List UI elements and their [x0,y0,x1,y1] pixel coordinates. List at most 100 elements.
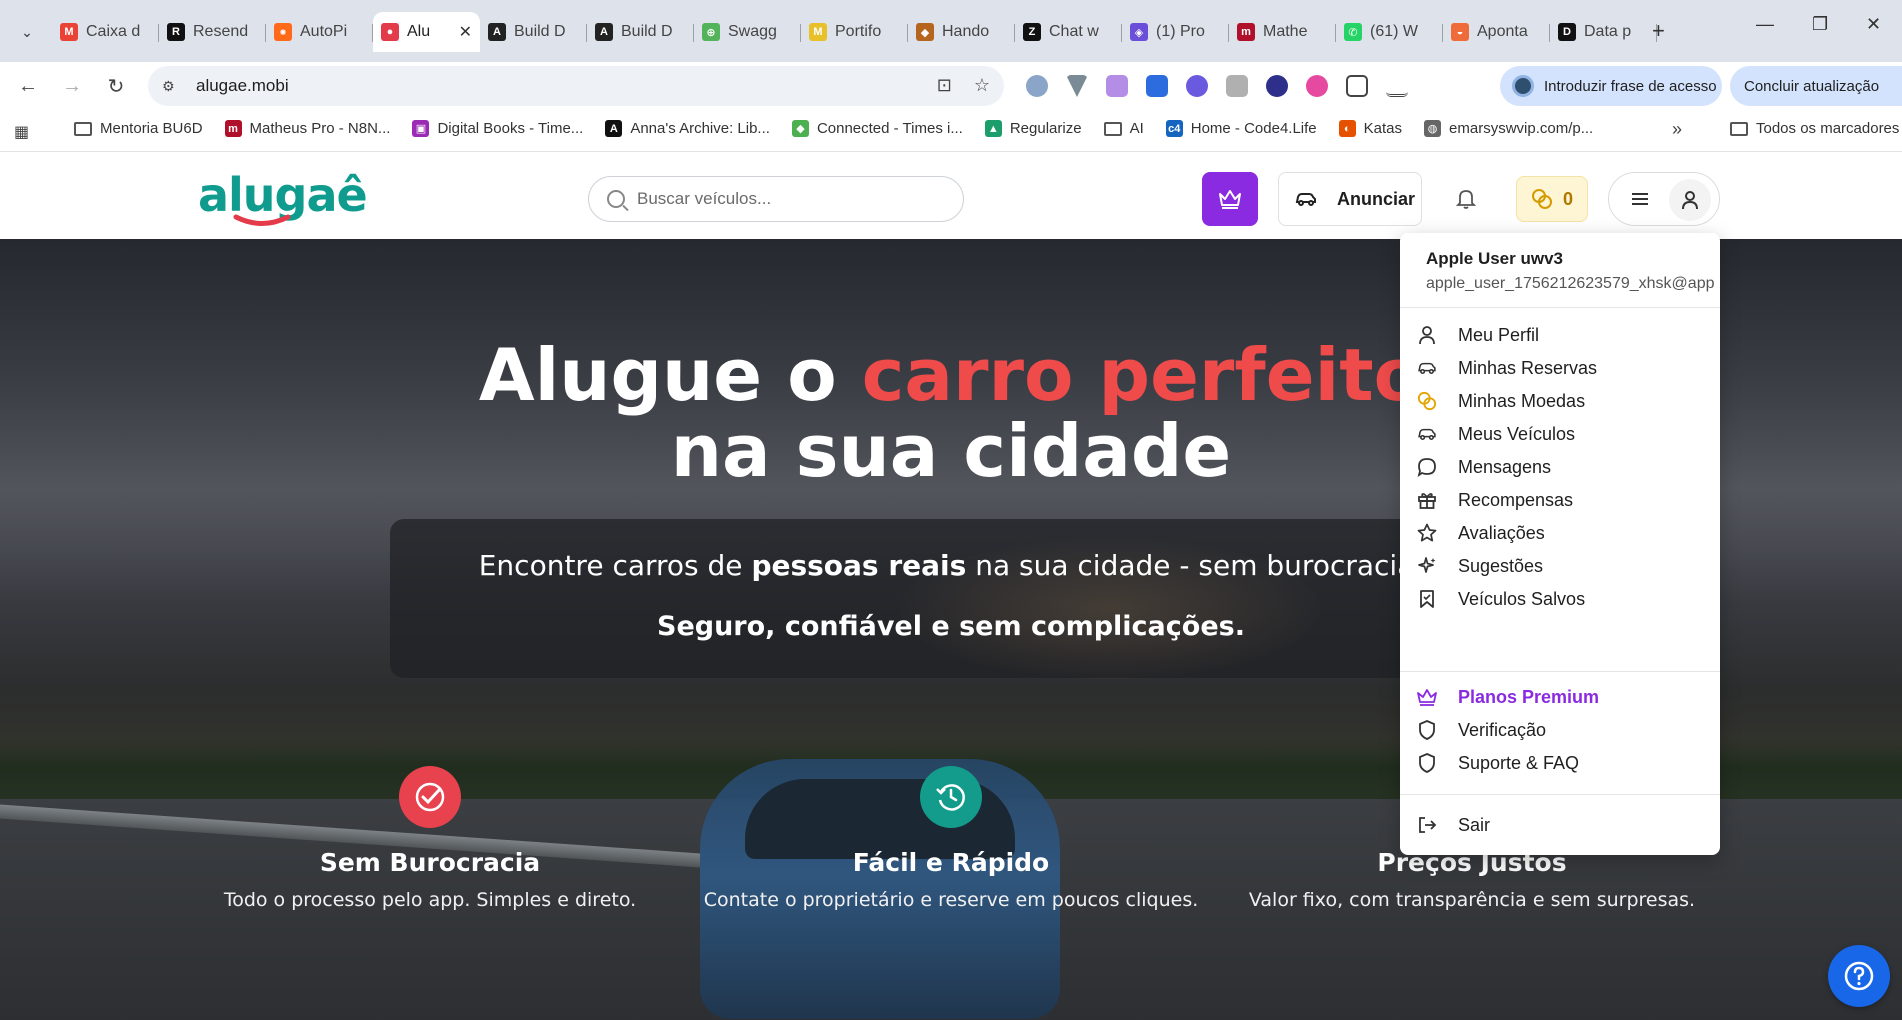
browser-tab[interactable]: Z Chat w [1015,12,1122,52]
tab-title: Hando [942,23,990,40]
anunciar-button[interactable]: Anunciar [1278,172,1422,226]
bookmark-label: Anna's Archive: Lib... [630,120,770,137]
bookmarks-list: Mentoria BU6D m Matheus Pro - N8N... ▣ Digit… [74,120,1593,137]
back-button[interactable]: ← [14,72,42,100]
extension-icon[interactable] [1306,75,1328,97]
bookmark-item[interactable]: ◆ Connected - Times i... [791,120,963,137]
bookmark-star-icon[interactable]: ☆ [974,75,990,96]
bookmark-item[interactable]: A Anna's Archive: Lib... [605,120,770,137]
browser-tab[interactable]: ● Alu ✕ [373,12,480,52]
browser-tab[interactable]: ◒ Aponta [1443,12,1550,52]
browser-tab[interactable]: M Portifo [801,12,908,52]
browser-tab[interactable]: ✆ (61) W [1336,12,1443,52]
crown-icon [1219,190,1241,209]
tab-favicon-icon: ◒ [1451,23,1469,41]
all-bookmarks-label: Todos os marcadores [1756,120,1900,137]
search-icon [607,190,625,208]
tab-title: Build D [621,23,673,40]
install-app-icon[interactable]: ⊡ [937,75,952,96]
logo-accent: ê [336,168,368,222]
extension-icon[interactable] [1266,75,1288,97]
tab-title: Mathe [1263,23,1308,40]
bookmark-item[interactable]: AI [1103,120,1144,137]
reload-button[interactable]: ↻ [102,72,130,100]
coins-balance-button[interactable]: 0 [1516,176,1588,222]
folder-icon [1103,121,1122,136]
close-tab-icon[interactable]: ✕ [459,22,472,42]
bookmark-item[interactable]: ▲ Regularize [984,120,1082,137]
browser-tab[interactable]: D Data p [1550,12,1657,52]
subtitle-bold: pessoas reais [751,549,967,582]
tab-title: Portifo [835,23,882,40]
message-icon [1416,456,1438,478]
sparkles-icon [1416,555,1438,577]
bookmark-favicon-icon: ◆ [791,120,809,137]
restore-button[interactable]: ❐ [1812,14,1828,35]
user-dropdown-menu: Apple User uwv3 apple_user_1756212623579… [1400,233,1720,855]
site-info-icon[interactable]: ⚙ [162,78,182,95]
minimize-button[interactable]: — [1756,14,1774,35]
new-tab-button[interactable]: + [1652,18,1665,44]
bookmark-item[interactable]: c4 Home - Code4.Life [1165,120,1317,137]
extensions-area [1026,75,1408,97]
browser-tab[interactable]: M Caixa d [52,12,159,52]
media-controls-icon[interactable] [1386,75,1408,97]
help-button[interactable] [1828,945,1890,1007]
extension-icon[interactable] [1106,75,1128,97]
bookmark-item[interactable]: ◍ emarsyswvip.com/p... [1424,120,1593,137]
gift-icon [1416,489,1438,511]
browser-tab[interactable]: ⊕ Swagg [694,12,801,52]
extension-icon[interactable] [1146,75,1168,97]
feature-description: Contate o proprietário e reserve em pouc… [703,889,1199,911]
all-bookmarks-folder[interactable]: Todos os marcadores [1730,120,1899,137]
browser-tab[interactable]: A Build D [480,12,587,52]
alugae-logo[interactable]: alugaê [198,168,368,226]
browser-tab[interactable]: ⁕ AutoPi [266,12,373,52]
more-bookmarks-icon[interactable]: » [1672,119,1682,140]
tab-search-button[interactable]: ⌄ [8,14,46,50]
extension-icon[interactable] [1186,75,1208,97]
close-window-button[interactable]: ✕ [1866,14,1881,35]
passphrase-button[interactable]: Introduzir frase de acesso [1500,66,1722,106]
extension-icon[interactable] [1066,75,1088,97]
browser-tab[interactable]: ◆ Hando [908,12,1015,52]
menu-item-veiculos-salvos[interactable]: Veículos Salvos [1400,579,1720,619]
hero-subtitle-2: Seguro, confiável e sem complicações. [657,611,1245,642]
address-bar[interactable]: ⚙ alugae.mobi ⊡ ☆ [148,66,1004,106]
update-button[interactable]: Concluir atualização [1730,66,1902,106]
browser-tab[interactable]: ◈ (1) Pro [1122,12,1229,52]
bookmark-label: Matheus Pro - N8N... [249,120,391,137]
bookmark-favicon-icon: ▲ [984,120,1002,137]
bookmark-item[interactable]: m Matheus Pro - N8N... [224,120,391,137]
bookmark-favicon-icon: c4 [1165,120,1183,137]
menu-item-label: Recompensas [1458,489,1574,510]
menu-item-sair[interactable]: Sair [1400,805,1720,845]
tab-favicon-icon: ● [381,23,399,41]
menu-item-suporte-faq[interactable]: Suporte & FAQ [1400,743,1720,783]
question-icon [1844,961,1874,991]
extension-icon[interactable] [1226,75,1248,97]
browser-tab[interactable]: A Build D [587,12,694,52]
vehicle-search[interactable] [588,176,964,222]
extension-icon[interactable] [1026,75,1048,97]
forward-button[interactable]: → [58,72,86,100]
tab-favicon-icon: A [595,23,613,41]
notifications-bell-icon[interactable] [1455,188,1477,215]
feature-description: Todo o processo pelo app. Simples e dire… [223,889,637,911]
premium-crown-button[interactable] [1202,172,1258,226]
bookmark-item[interactable]: Mentoria BU6D [74,120,203,137]
car-icon [1416,423,1438,445]
tab-strip: M Caixa d R Resend ⁕ AutoPi ● Alu ✕ A Build D A Buil… [52,12,1657,52]
bookmark-item[interactable]: ◐ Katas [1338,120,1402,137]
tab-title: (61) W [1370,23,1418,40]
browser-tab[interactable]: R Resend [159,12,266,52]
apps-grid-icon[interactable]: ▦ [14,122,29,142]
bookmark-item[interactable]: ▣ Digital Books - Time... [412,120,583,137]
search-input[interactable] [637,189,937,209]
feature-description: Valor fixo, com transparência e sem surp… [1248,889,1696,911]
user-menu-button[interactable] [1608,172,1720,226]
browser-tab[interactable]: m Mathe [1229,12,1336,52]
bookmark-favicon-icon: A [605,120,623,137]
menu-item-label: Avaliações [1458,522,1545,543]
extensions-puzzle-icon[interactable] [1346,75,1368,97]
